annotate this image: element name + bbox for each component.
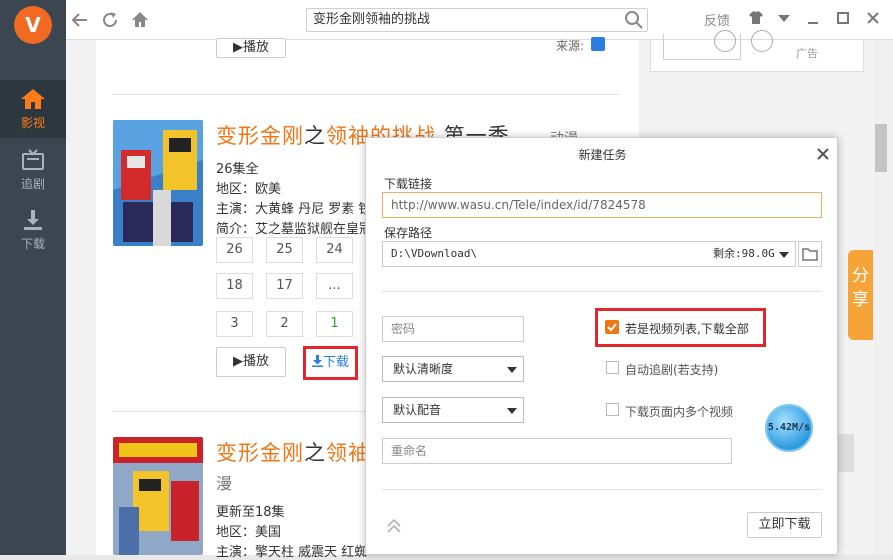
region-text: 地区：欧美 <box>216 182 282 197</box>
path-select[interactable]: D:\VDownload\ 剩余:98.0G <box>382 241 796 267</box>
episode-button[interactable]: 25 <box>266 237 303 263</box>
result-title[interactable]: 变形金刚之领袖 <box>216 437 370 467</box>
auto-follow-checkbox[interactable] <box>606 361 619 374</box>
sidebar-item-follow[interactable]: 追剧 <box>0 141 66 199</box>
region-text: 地区：美国 <box>216 525 282 540</box>
close-icon[interactable] <box>815 146 831 162</box>
password-input[interactable]: 密码 <box>382 316 524 342</box>
refresh-icon[interactable] <box>100 10 120 30</box>
chevron-down-icon <box>779 252 789 258</box>
quality-select[interactable]: 默认清晰度 <box>382 356 524 382</box>
sidebar-item-download[interactable]: 下载 <box>0 201 66 259</box>
download-icon <box>311 355 323 367</box>
dialog-title: 新建任务 <box>578 148 627 162</box>
close-icon[interactable] <box>864 10 882 28</box>
download-icon <box>24 210 42 230</box>
download-now-button[interactable]: 立即下载 <box>747 512 822 538</box>
episode-button[interactable]: 2 <box>266 311 303 337</box>
download-all-label: 若是视频列表,下载全部 <box>625 322 749 336</box>
episode-button[interactable]: 18 <box>216 273 253 299</box>
new-task-dialog: 新建任务 下载链接 http://www.wasu.cn/Tele/index/… <box>365 137 838 555</box>
cast-text: 主演：大黄蜂 丹尼 罗素 铁 <box>216 202 372 217</box>
back-icon[interactable] <box>70 10 90 30</box>
sidebar-item-label: 下载 <box>20 237 45 251</box>
divider <box>382 489 822 490</box>
menu-dropdown-icon[interactable] <box>775 10 793 28</box>
sidebar-item-movies[interactable]: 影视 <box>0 80 66 138</box>
free-space: 剩余:98.0G <box>713 247 775 260</box>
rename-input[interactable]: 重命名 <box>382 438 732 464</box>
divider <box>112 94 620 95</box>
circle-icon[interactable] <box>751 30 773 52</box>
app-logo[interactable]: V <box>14 6 52 44</box>
search-icon[interactable] <box>624 10 644 30</box>
episode-button[interactable]: 24 <box>316 237 353 263</box>
path-label: 保存路径 <box>384 226 433 240</box>
multi-video-checkbox[interactable] <box>606 403 619 416</box>
feedback-link[interactable]: 反馈 <box>704 10 730 29</box>
chevron-down-icon <box>507 367 517 373</box>
episode-button[interactable]: 3 <box>216 311 253 337</box>
episode-button[interactable]: 26 <box>216 237 253 263</box>
check-icon <box>607 323 617 332</box>
speed-indicator: 5.42M/s <box>765 404 813 452</box>
collapse-up-icon[interactable] <box>384 516 404 536</box>
minimize-icon[interactable] <box>804 10 822 28</box>
folder-browse-button[interactable] <box>798 241 822 267</box>
skin-icon[interactable] <box>747 10 765 28</box>
scrollbar-thumb[interactable] <box>875 124 887 172</box>
poster-image[interactable] <box>113 437 203 555</box>
intro-text: 简介：艾之墓监狱舰在皇冠 <box>216 222 373 237</box>
sidebar-item-label: 影视 <box>20 116 45 130</box>
share-button[interactable]: 分享 <box>848 250 873 340</box>
download-all-checkbox[interactable] <box>605 320 619 334</box>
episode-button[interactable]: 17 <box>266 273 303 299</box>
cast-text: 主演：擎天柱 威震天 红蜘 <box>216 545 368 560</box>
divider <box>382 291 822 292</box>
search-input[interactable]: 变形金刚领袖的挑战 <box>306 8 648 32</box>
url-input[interactable]: http://www.wasu.cn/Tele/index/id/7824578 <box>382 192 822 218</box>
episode-count: 26集全 <box>216 162 259 177</box>
ad-panel: 广告 <box>650 30 864 72</box>
play-button[interactable]: ▶播放 <box>216 347 286 377</box>
chevron-down-icon <box>507 408 517 414</box>
sidebar-item-label: 追剧 <box>20 177 45 191</box>
home-icon <box>21 89 45 109</box>
maximize-icon[interactable] <box>834 10 852 28</box>
home-icon[interactable] <box>130 10 150 30</box>
source-label: 来源: <box>556 39 585 53</box>
circle-icon[interactable] <box>714 30 736 52</box>
genre-tag: 漫 <box>216 474 233 493</box>
folder-icon <box>802 248 818 261</box>
auto-follow-label: 自动追剧(若支持) <box>625 363 719 377</box>
multi-video-label: 下载页面内多个视频 <box>625 405 734 419</box>
url-label: 下载链接 <box>384 177 433 191</box>
play-button[interactable]: ▶播放 <box>216 38 286 58</box>
audio-select[interactable]: 默认配音 <box>382 397 524 423</box>
episode-button[interactable]: ... <box>316 273 353 299</box>
poster-image[interactable] <box>113 120 203 246</box>
tv-icon <box>22 149 44 170</box>
ad-label: 广告 <box>796 47 818 60</box>
scrollbar[interactable] <box>873 40 893 555</box>
episode-button[interactable]: 1 <box>316 311 353 337</box>
download-button[interactable]: 下载 <box>308 351 353 375</box>
source-icon[interactable] <box>591 37 605 51</box>
sidebar: V 影视 追剧 下载 <box>0 0 66 555</box>
collapse-tab[interactable] <box>838 434 854 472</box>
update-status: 更新至18集 <box>216 505 285 520</box>
